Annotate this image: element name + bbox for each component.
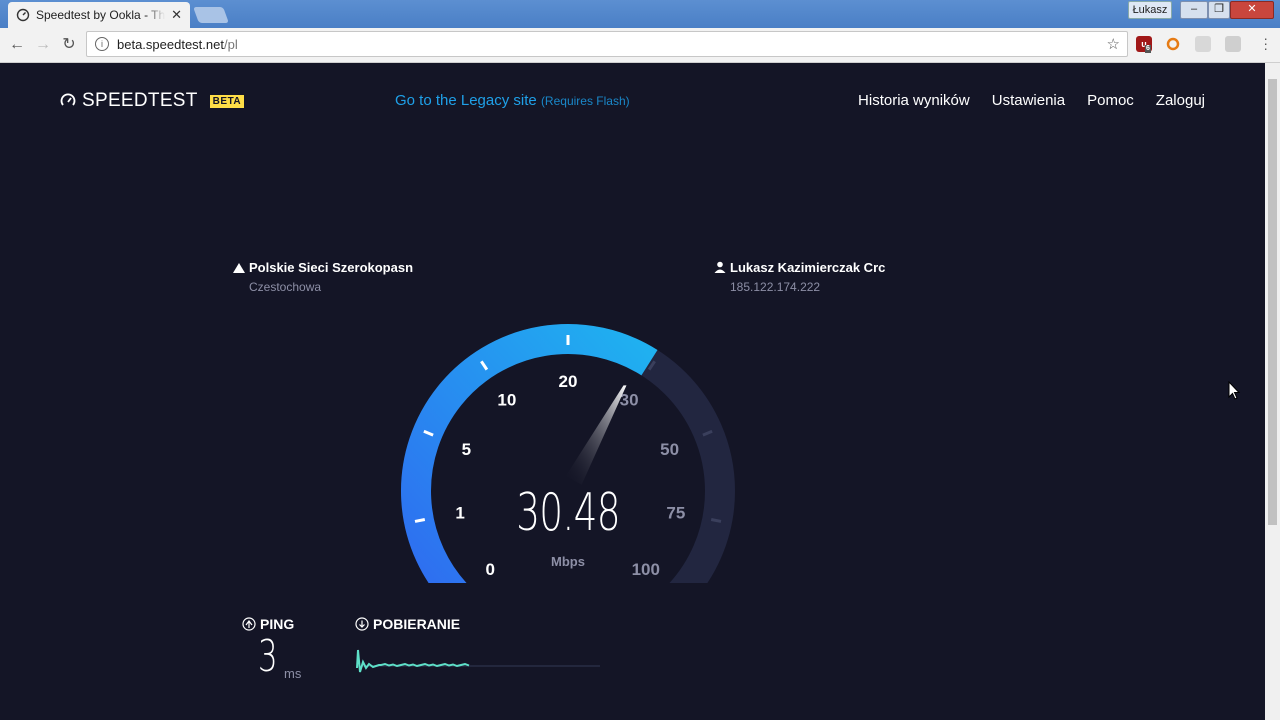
download-icon xyxy=(355,617,369,631)
legacy-link-text: Go to the Legacy site xyxy=(395,92,537,109)
ping-unit: ms xyxy=(284,666,302,681)
logo-text: SPEEDTEST xyxy=(82,90,198,111)
extension-badge: 6 xyxy=(1145,45,1151,53)
gauge-needle xyxy=(565,385,627,485)
ping-value: 3 xyxy=(258,631,278,682)
profile-button[interactable]: Łukasz xyxy=(1128,1,1172,19)
extension-icon-2[interactable] xyxy=(1225,36,1241,52)
ublock-icon[interactable]: u6 xyxy=(1136,36,1152,53)
gauge-tick-label: 100 xyxy=(632,560,660,579)
nav-help[interactable]: Pomoc xyxy=(1087,92,1134,109)
gauge-tick-label: 10 xyxy=(497,391,516,410)
speedtest-page: SPEEDTEST BETA Go to the Legacy site (Re… xyxy=(0,63,1265,720)
legacy-site-link[interactable]: Go to the Legacy site (Requires Flash) xyxy=(395,92,630,109)
nav-history[interactable]: Historia wyników xyxy=(858,92,970,109)
page-scrollbar[interactable] xyxy=(1265,63,1280,720)
site-info-icon[interactable]: i xyxy=(95,37,109,51)
reload-icon[interactable]: ↻ xyxy=(60,36,78,54)
gauge-tick-label: 75 xyxy=(666,503,685,522)
close-window-button[interactable]: ✕ xyxy=(1230,1,1274,19)
ping-label-text: PING xyxy=(260,616,295,632)
forward-arrow-icon[interactable]: → xyxy=(34,36,52,54)
browser-tab[interactable]: Speedtest by Ookla - The Global Broadban… xyxy=(8,2,190,28)
new-tab-button[interactable] xyxy=(193,7,229,23)
tab-title: Speedtest by Ookla - The Global Broadban… xyxy=(36,8,166,22)
url-host: beta.speedtest.net xyxy=(117,36,224,52)
url-path: /pl xyxy=(223,36,238,52)
gauge-tick-label: 50 xyxy=(660,440,679,459)
ping-label: PING xyxy=(242,616,294,632)
nav-settings[interactable]: Ustawienia xyxy=(992,92,1065,109)
gauge-tick-label: 0 xyxy=(485,560,494,579)
address-bar[interactable]: i beta.speedtest.net/pl ☆ xyxy=(86,31,1128,57)
maximize-button[interactable]: ❐ xyxy=(1208,1,1230,19)
gauge-tick-mark xyxy=(414,518,426,523)
gauge-tick-label: 5 xyxy=(462,440,471,459)
bookmark-star-icon[interactable]: ☆ xyxy=(1107,35,1120,53)
server-icon xyxy=(233,263,245,273)
gauge-tick-label: 20 xyxy=(559,372,578,391)
gauge-tick-label: 1 xyxy=(455,503,464,522)
beta-badge: BETA xyxy=(209,94,245,108)
extension-icon[interactable] xyxy=(1195,36,1211,52)
speedtest-logo[interactable]: SPEEDTEST BETA xyxy=(60,90,245,112)
close-tab-icon[interactable]: ✕ xyxy=(171,7,182,23)
legacy-note: (Requires Flash) xyxy=(540,94,630,108)
download-label-text: POBIERANIE xyxy=(373,616,461,632)
gauge-logo-icon xyxy=(60,93,76,106)
scrollbar-thumb[interactable] xyxy=(1268,79,1277,525)
back-arrow-icon[interactable]: ← xyxy=(8,36,26,54)
browser-toolbar: ← → ↻ i beta.speedtest.net/pl ☆ u6 · · · xyxy=(0,28,1280,63)
top-nav: Historia wyników Ustawienia Pomoc Zalogu… xyxy=(858,92,1205,109)
tampermonkey-icon[interactable] xyxy=(1165,36,1181,52)
speed-unit: Mbps xyxy=(551,554,585,569)
browser-titlebar: Speedtest by Ookla - The Global Broadban… xyxy=(0,0,1280,28)
nav-login[interactable]: Zaloguj xyxy=(1156,92,1205,109)
download-label: POBIERANIE xyxy=(355,616,460,632)
download-sparkline xyxy=(356,649,600,673)
minimize-button[interactable]: – xyxy=(1180,1,1208,19)
speed-value: 30.48 xyxy=(516,483,620,543)
ping-icon xyxy=(242,617,256,631)
gauge-tick-mark xyxy=(710,518,722,523)
chrome-menu-icon[interactable]: · · · xyxy=(1263,31,1268,55)
gauge-fill xyxy=(401,324,658,583)
mouse-cursor-icon xyxy=(1228,381,1241,400)
sparkline-series xyxy=(356,649,470,673)
speedtest-favicon-icon xyxy=(16,8,30,22)
